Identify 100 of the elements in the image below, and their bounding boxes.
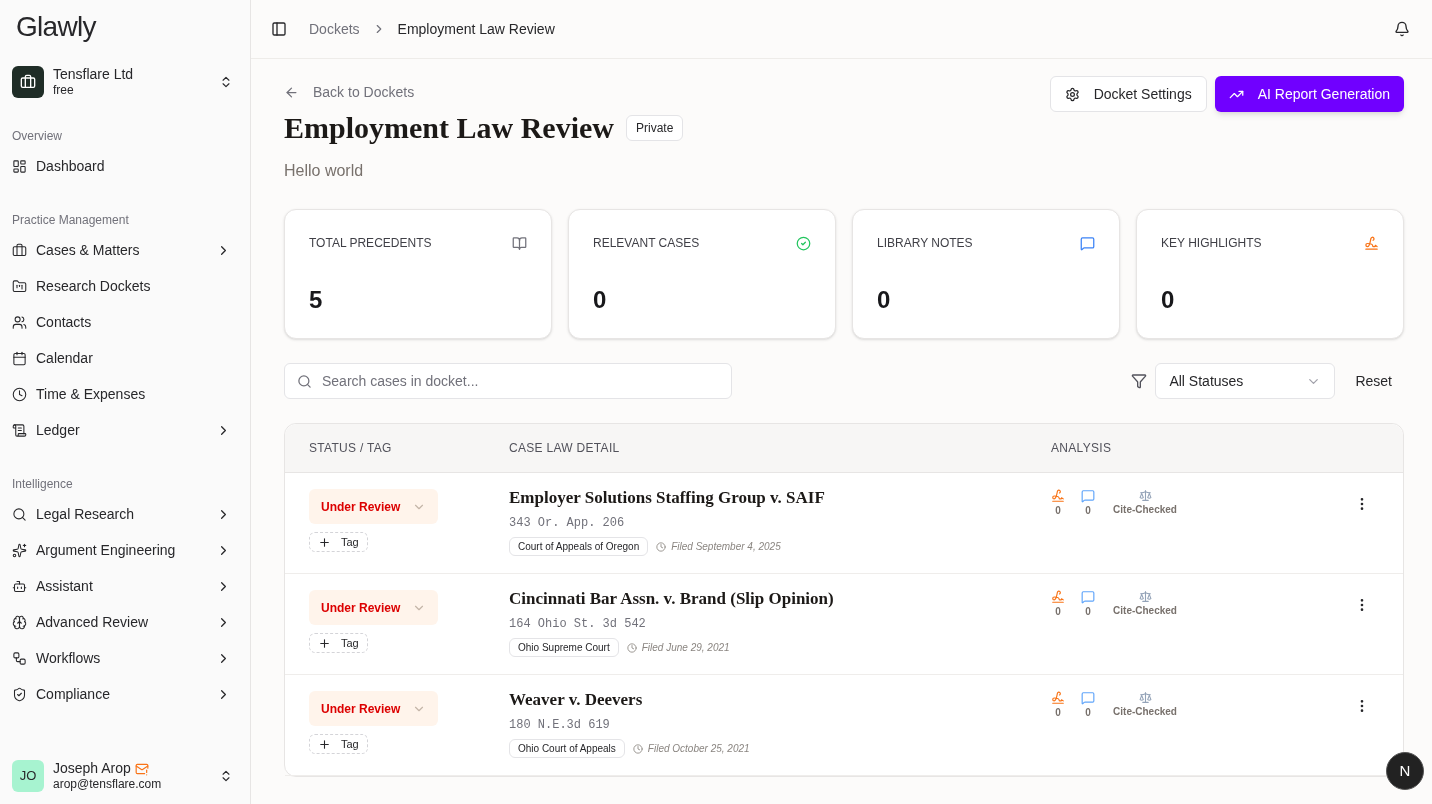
nav-item[interactable]: Assistant [12,568,238,604]
folder-icon [12,278,27,294]
column-header: ANALYSIS [1051,440,1112,457]
stat-value: 0 [1161,285,1176,315]
cite-check-status: Cite-Checked [1113,604,1177,618]
column-header: STATUS / TAG [308,440,393,457]
plus-icon [318,535,331,549]
visibility-badge: Private [626,115,684,141]
stat-label: RELEVANT CASES [593,235,700,252]
clock-icon [632,743,643,754]
case-citation: 180 N.E.3d 619 [509,717,610,734]
briefcase-icon [20,74,36,90]
breadcrumb-item[interactable]: Dockets [309,18,360,40]
logo: Glawly [16,10,96,44]
case-citation: 164 Ohio St. 3d 542 [509,616,646,633]
report-generation-button[interactable]: AI Report Generation [1214,76,1404,112]
briefcase-icon [12,242,27,258]
nav-item[interactable]: Workflows [12,640,238,676]
settings-button[interactable]: Docket Settings [1049,76,1207,112]
signature-icon [1051,489,1065,503]
scales-icon [1138,489,1152,502]
column-header: CASE LAW DETAIL [509,440,621,457]
nav-item[interactable]: Dashboard [12,148,238,184]
clock-icon [656,541,667,552]
docket-description: Hello world [284,161,365,181]
check-circle-icon [796,235,811,251]
status-filter-dropdown[interactable]: All Statuses [1155,363,1336,399]
user-avatar: JO [12,760,44,792]
add-tag-button[interactable]: Tag [309,734,368,754]
people-icon [12,314,27,330]
case-title[interactable]: Employer Solutions Staffing Group v. SAIF [509,488,825,508]
highlight-count: 0 [1055,706,1061,720]
breadcrumb-item: Employment Law Review [397,19,555,39]
book-icon [512,235,527,251]
mail-alert-icon [134,761,149,776]
stat-value: 0 [593,285,608,315]
brain-icon [12,614,27,630]
nav-item[interactable]: Argument Engineering [12,532,238,568]
cite-check-status: Cite-Checked [1113,503,1177,517]
highlight-count: 0 [1055,605,1061,619]
clock-icon [12,386,27,402]
stat-label: LIBRARY NOTES [877,235,973,252]
case-title[interactable]: Cincinnati Bar Assn. v. Brand (Slip Opinion) [509,589,834,609]
scales-icon [1138,691,1152,704]
search-field[interactable]: Search cases in docket... [284,363,732,399]
docket-title: Employment Law Review [284,110,614,146]
reset-button[interactable]: Reset [1343,363,1404,399]
highlight-count: 0 [1055,504,1061,518]
speech-bubble-icon [1080,235,1095,251]
nav-item[interactable]: Calendar [12,340,238,376]
court-badge: Ohio Supreme Court [509,638,619,657]
nav-item[interactable]: Ledger [12,412,238,448]
clock-icon [626,642,637,653]
note-count: 0 [1085,504,1091,518]
status-dropdown[interactable]: Under Review [309,489,438,524]
section-heading: Overview [12,128,63,145]
organization-name: Tensflare Ltd [53,66,135,83]
organization-switcher[interactable]: Tensflare Ltd free [12,60,238,104]
nav-item[interactable]: Time & Expenses [12,376,238,412]
cite-check-status: Cite-Checked [1113,705,1177,719]
user-name: Joseph Arop [53,760,131,777]
nav-item[interactable]: Compliance [12,676,238,712]
floating-badge[interactable]: N [1386,752,1424,790]
user-email: arop@tensflare.com [53,777,163,792]
note-count: 0 [1085,706,1091,720]
status-dropdown[interactable]: Under Review [309,691,438,726]
sparkles-icon [12,542,27,558]
signature-icon [1051,590,1065,604]
filed-date: Filed September 4, 2025 [671,540,781,554]
back-link[interactable]: Back to Dockets [284,76,415,108]
notification-icon[interactable] [1394,21,1410,37]
calendar-icon [12,350,27,366]
status-dropdown[interactable]: Under Review [309,590,438,625]
robot-icon [12,578,27,594]
search-input[interactable]: Search cases in docket... [322,370,719,392]
court-badge: Court of Appeals of Oregon [509,537,649,556]
workflow-icon [12,650,27,666]
speech-bubble-icon [1081,489,1095,503]
plus-icon [318,636,331,650]
stat-value: 5 [309,285,324,315]
nav-item[interactable]: Advanced Review [12,604,238,640]
nav-item[interactable]: Research Dockets [12,268,238,304]
stat-label: KEY HIGHLIGHTS [1161,235,1262,252]
settings-icon [1064,86,1080,102]
court-badge: Ohio Court of Appeals [509,739,625,758]
case-title[interactable]: Weaver v. Deevers [509,690,643,710]
nav-item[interactable]: Legal Research [12,496,238,532]
add-tag-button[interactable]: Tag [309,633,368,653]
section-heading: Practice Management [12,212,130,229]
nav-item[interactable]: Cases & Matters [12,232,238,268]
filed-date: Filed October 25, 2021 [647,742,750,756]
shield-check-icon [12,686,27,702]
signature-icon [1051,691,1065,705]
dashboard-icon [12,158,27,174]
sidebar-toggle-icon[interactable] [271,21,287,37]
nav-item[interactable]: Contacts [12,304,238,340]
scroll-icon [12,422,27,438]
organization-plan: free [53,83,75,98]
search-icon [297,373,312,389]
add-tag-button[interactable]: Tag [309,532,368,552]
